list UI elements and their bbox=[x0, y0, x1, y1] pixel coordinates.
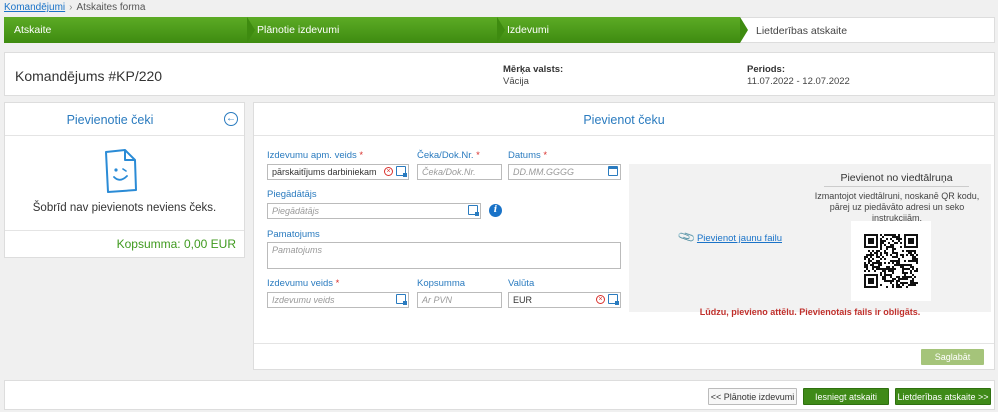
step-arrow bbox=[497, 17, 505, 43]
field-icons: × bbox=[384, 166, 407, 177]
back-circle-icon[interactable]: ← bbox=[224, 112, 238, 126]
picker-icon[interactable] bbox=[396, 294, 407, 305]
wizard-stepper: Atskaite Plānotie izdevumi Izdevumi Liet… bbox=[4, 17, 995, 43]
basis-placeholder: Pamatojums bbox=[272, 245, 323, 255]
field-icons: × bbox=[596, 294, 619, 305]
expense-type-placeholder: Izdevumu veids bbox=[272, 295, 335, 305]
divider bbox=[5, 135, 244, 136]
receipts-total: Kopsumma: 0,00 EUR bbox=[116, 237, 236, 251]
add-receipt-panel: Pievienot čeku Izdevumu apm. veids * pār… bbox=[253, 102, 995, 370]
breadcrumb-link-komandejumi[interactable]: Komandējumi bbox=[4, 2, 65, 13]
submit-report-button[interactable]: Iesniegt atskaiti bbox=[803, 388, 889, 405]
currency-label: Valūta bbox=[508, 278, 535, 289]
amount-label: Kopsumma bbox=[417, 278, 466, 289]
calendar-icon[interactable] bbox=[608, 166, 618, 176]
trip-header: Komandējums #KP/220 Mērķa valsts: Vācija… bbox=[4, 52, 995, 96]
phone-upload-description: Izmantojot viedtālruni, noskanē QR kodu,… bbox=[814, 191, 980, 223]
divider bbox=[5, 230, 244, 231]
step-lietderibas-atskaite[interactable]: Lietderības atskaite bbox=[740, 17, 995, 43]
step-label: Plānotie izdevumi bbox=[257, 24, 340, 36]
breadcrumb-current: Atskaites forma bbox=[76, 2, 146, 13]
file-required-error: Lūdzu, pievieno attēlu. Pievienotais fai… bbox=[699, 307, 921, 317]
basis-label: Pamatojums bbox=[267, 229, 320, 240]
add-receipt-title: Pievienot čeku bbox=[583, 113, 665, 127]
period-value: 11.07.2022 - 12.07.2022 bbox=[747, 76, 850, 87]
field-icons bbox=[608, 166, 618, 176]
step-planotie-izdevumi[interactable]: Plānotie izdevumi bbox=[247, 17, 505, 43]
expense-type-label: Izdevumu veids * bbox=[267, 278, 339, 289]
upload-area: 📎Pievienot jaunu failu Pievienot no vied… bbox=[629, 164, 991, 312]
receipts-panel: Pievienotie čeki ← Šobrīd nav pievienots… bbox=[4, 102, 245, 258]
required-mark: * bbox=[543, 150, 548, 161]
country-label: Mērķa valsts: bbox=[503, 64, 564, 75]
attach-file-link[interactable]: 📎Pievienot jaunu failu bbox=[676, 227, 782, 247]
attach-file-text: Pievienot jaunu failu bbox=[696, 233, 782, 244]
supplier-label: Piegādātājs bbox=[267, 189, 317, 200]
step-arrow bbox=[740, 17, 748, 43]
required-mark: * bbox=[359, 150, 364, 161]
period-meta: Periods: 11.07.2022 - 12.07.2022 bbox=[747, 64, 850, 88]
divider bbox=[254, 343, 994, 344]
expense-type-select[interactable]: Izdevumu veids bbox=[267, 292, 409, 308]
expense-type-label-text: Izdevumu veids bbox=[267, 278, 334, 289]
period-label: Periods: bbox=[747, 64, 786, 75]
step-atskaite[interactable]: Atskaite bbox=[4, 17, 255, 43]
receipt-doc-icon bbox=[105, 149, 137, 193]
step-arrow bbox=[247, 17, 255, 43]
basis-textarea[interactable]: Pamatojums bbox=[267, 242, 621, 269]
picker-icon[interactable] bbox=[468, 205, 479, 216]
step-izdevumi[interactable]: Izdevumi bbox=[497, 17, 748, 43]
qr-code-icon bbox=[864, 234, 918, 288]
date-input[interactable]: DD.MM.GGGG bbox=[508, 164, 621, 180]
page-title: Komandējums #KP/220 bbox=[15, 68, 163, 84]
picker-icon[interactable] bbox=[608, 294, 619, 305]
date-label: Datums * bbox=[508, 150, 547, 161]
amount-placeholder: Ar PVN bbox=[422, 295, 453, 305]
empty-receipts-text: Šobrīd nav pievienots neviens čeks. bbox=[32, 202, 217, 214]
currency-value: EUR bbox=[513, 295, 533, 305]
required-mark: * bbox=[476, 150, 480, 161]
currency-select[interactable]: EUR × bbox=[508, 292, 621, 308]
receipt-no-input[interactable]: Čeka/Dok.Nr. bbox=[417, 164, 502, 180]
step-label: Izdevumi bbox=[507, 24, 550, 36]
payment-type-value: pārskaitījums darbiniekam bbox=[272, 167, 377, 177]
field-icons bbox=[396, 294, 407, 305]
info-icon[interactable]: i bbox=[489, 204, 502, 217]
receipt-no-label-text: Čeka/Dok.Nr. bbox=[417, 150, 474, 161]
clear-icon[interactable]: × bbox=[384, 166, 393, 176]
save-button[interactable]: Saglabāt bbox=[921, 349, 984, 365]
qr-code bbox=[851, 221, 931, 301]
picker-icon[interactable] bbox=[396, 166, 407, 177]
amount-input[interactable]: Ar PVN bbox=[417, 292, 502, 308]
receipt-no-label: Čeka/Dok.Nr. * bbox=[417, 150, 480, 161]
country-value: Vācija bbox=[503, 76, 529, 87]
step-label: Lietderības atskaite bbox=[756, 25, 848, 37]
paperclip-icon: 📎 bbox=[676, 227, 697, 247]
breadcrumb: Komandējumi › Atskaites forma bbox=[4, 2, 145, 13]
date-placeholder: DD.MM.GGGG bbox=[513, 167, 574, 177]
receipts-title: Pievienotie čeki bbox=[66, 113, 154, 127]
receipt-no-placeholder: Čeka/Dok.Nr. bbox=[422, 167, 476, 177]
date-label-text: Datums bbox=[508, 150, 541, 161]
payment-type-select[interactable]: pārskaitījums darbiniekam × bbox=[267, 164, 409, 180]
back-planned-expenses-button[interactable]: << Plānotie izdevumi bbox=[708, 388, 797, 405]
phone-upload-title: Pievienot no viedtālruņa bbox=[840, 172, 953, 184]
divider bbox=[254, 135, 994, 136]
clear-icon[interactable]: × bbox=[596, 294, 605, 304]
supplier-input[interactable]: Piegādātājs bbox=[267, 203, 481, 219]
footer-actions: << Plānotie izdevumi Iesniegt atskaiti L… bbox=[4, 380, 995, 410]
country-meta: Mērķa valsts: Vācija bbox=[503, 64, 563, 88]
supplier-placeholder: Piegādātājs bbox=[272, 206, 320, 216]
divider bbox=[824, 186, 969, 187]
payment-type-label: Izdevumu apm. veids * bbox=[267, 150, 363, 161]
payment-type-label-text: Izdevumu apm. veids bbox=[267, 150, 357, 161]
breadcrumb-separator: › bbox=[69, 2, 73, 13]
field-icons bbox=[468, 205, 479, 216]
step-label: Atskaite bbox=[14, 24, 52, 36]
required-mark: * bbox=[335, 278, 340, 289]
next-usefulness-report-button[interactable]: Lietderības atskaite >> bbox=[895, 388, 991, 405]
